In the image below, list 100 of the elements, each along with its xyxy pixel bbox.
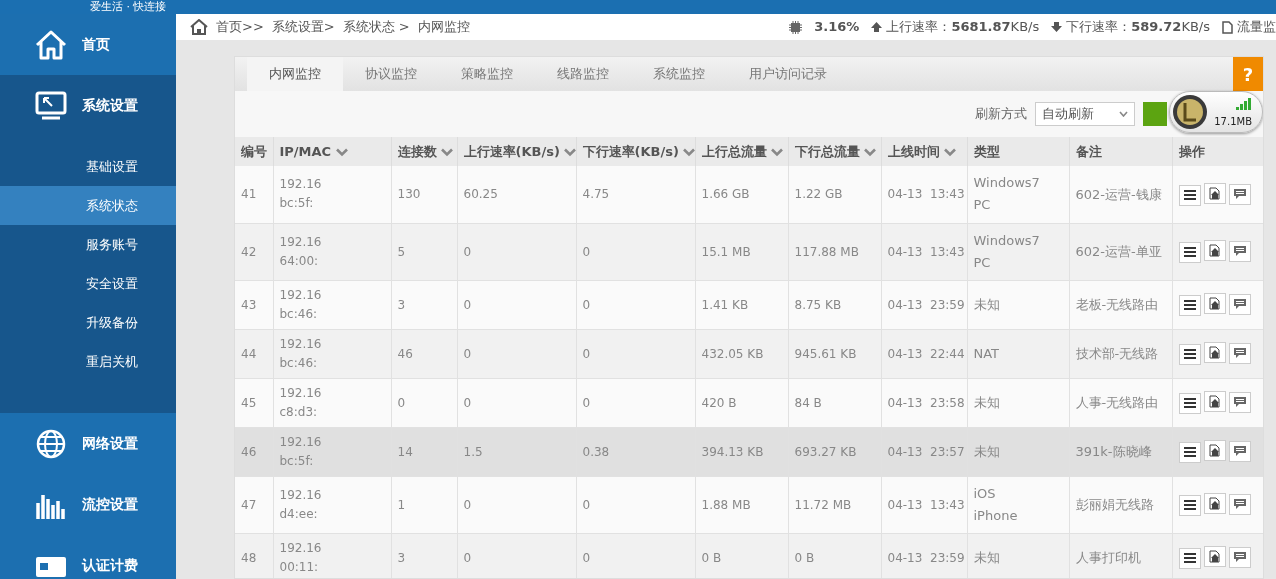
refresh-select[interactable]: 自动刷新 xyxy=(1035,102,1135,126)
home-document-icon xyxy=(1208,297,1221,311)
sidebar-item[interactable]: 网络设置 xyxy=(0,413,176,474)
home-page-button[interactable] xyxy=(1203,240,1226,262)
column-header[interactable]: IP/MAC xyxy=(273,137,391,166)
monitor-icon xyxy=(34,89,68,122)
traffic-monitor-link[interactable]: 流量监 xyxy=(1237,17,1276,37)
table-cell: 432.05 KB xyxy=(695,329,788,378)
home-page-button[interactable] xyxy=(1203,440,1226,462)
details-button[interactable] xyxy=(1178,392,1201,414)
home-page-button[interactable] xyxy=(1203,293,1226,315)
message-button[interactable] xyxy=(1228,183,1251,205)
table-cell: 1.5 xyxy=(457,427,576,476)
details-button[interactable] xyxy=(1178,547,1201,569)
column-header[interactable]: 上线时间 xyxy=(881,137,967,166)
table-cell: 0 xyxy=(576,533,695,578)
table-cell: 0 B xyxy=(695,533,788,578)
message-button[interactable] xyxy=(1228,342,1251,364)
list-icon xyxy=(1183,553,1196,564)
down-arrow-icon xyxy=(1051,22,1063,32)
table-cell: 0 xyxy=(576,280,695,329)
details-button[interactable] xyxy=(1178,343,1201,365)
sort-chevron-icon[interactable] xyxy=(335,147,348,157)
column-header[interactable]: 上行总流量 xyxy=(695,137,788,166)
home-page-button[interactable] xyxy=(1203,546,1226,568)
message-button[interactable] xyxy=(1228,440,1251,462)
ip-mac-cell: 192.16 bc:46: xyxy=(273,280,391,329)
sidebar-item[interactable]: 首页 xyxy=(0,14,176,75)
details-button[interactable] xyxy=(1178,494,1201,516)
sidebar-item[interactable]: 认证计费 xyxy=(0,535,176,579)
sort-chevron-icon[interactable] xyxy=(564,147,577,157)
details-button[interactable] xyxy=(1178,441,1201,463)
table-cell: 693.27 KB xyxy=(788,427,881,476)
table-cell: 1.66 GB xyxy=(695,166,788,223)
column-header[interactable]: 下行速率(KB/s) xyxy=(576,137,695,166)
home-document-icon xyxy=(1208,444,1221,458)
sidebar-item[interactable]: 流控设置 xyxy=(0,474,176,535)
home-document-icon xyxy=(1208,550,1221,564)
breadcrumb-link[interactable]: 首页>> xyxy=(216,17,264,37)
details-button[interactable] xyxy=(1178,184,1201,206)
table-cell: 11.72 MB xyxy=(788,476,881,533)
chip-icon xyxy=(789,20,803,34)
message-button[interactable] xyxy=(1228,493,1251,515)
list-icon xyxy=(1183,398,1196,409)
table-cell: 41 xyxy=(235,166,273,223)
table-cell: 0 xyxy=(457,476,576,533)
column-header[interactable]: 下行总流量 xyxy=(788,137,881,166)
details-button[interactable] xyxy=(1178,294,1201,316)
table-cell: 43 xyxy=(235,280,273,329)
table-cell: 130 xyxy=(391,166,457,223)
home-page-button[interactable] xyxy=(1203,342,1226,364)
home-document-icon xyxy=(1208,497,1221,511)
list-icon xyxy=(1183,300,1196,311)
home-page-button[interactable] xyxy=(1203,493,1226,515)
sidebar-subitem[interactable]: 升级备份 xyxy=(0,303,176,342)
home-page-button[interactable] xyxy=(1203,183,1226,204)
tab[interactable]: 线路监控 xyxy=(535,57,631,91)
sort-chevron-icon[interactable] xyxy=(683,147,696,157)
sidebar-subitem[interactable]: 系统状态 xyxy=(0,186,176,225)
column-header[interactable]: 连接数 xyxy=(391,137,457,166)
table-cell: 14 xyxy=(391,427,457,476)
sort-chevron-icon[interactable] xyxy=(771,147,784,157)
list-icon xyxy=(1183,190,1196,200)
table-cell: 未知 xyxy=(967,427,1069,476)
sidebar-subitem[interactable]: 基础设置 xyxy=(0,147,176,186)
list-icon xyxy=(1183,500,1196,511)
column-header[interactable]: 上行速率(KB/s) xyxy=(457,137,576,166)
sidebar-subitem[interactable]: 重启关机 xyxy=(0,342,176,381)
breadcrumb-link[interactable]: 系统状态 > xyxy=(342,17,410,37)
table-cell: 117.88 MB xyxy=(788,223,881,280)
sort-chevron-icon[interactable] xyxy=(864,147,877,157)
home-page-button[interactable] xyxy=(1203,391,1226,413)
ip-mac-cell: 192.16 d4:ee: xyxy=(273,476,391,533)
globe-icon xyxy=(34,427,68,460)
table-cell: 84 B xyxy=(788,378,881,427)
sort-chevron-icon[interactable] xyxy=(944,147,957,157)
tab[interactable]: 协议监控 xyxy=(343,57,439,91)
sidebar-subitem[interactable]: 服务账号 xyxy=(0,225,176,264)
sidebar-item[interactable]: 系统设置 xyxy=(0,75,176,136)
tab[interactable]: 系统监控 xyxy=(631,57,727,91)
tab[interactable]: 策略监控 xyxy=(439,57,535,91)
message-button[interactable] xyxy=(1228,293,1251,315)
table-cell: 1.22 GB xyxy=(788,166,881,223)
table-cell: 3 xyxy=(391,280,457,329)
message-button[interactable] xyxy=(1228,546,1251,568)
tab[interactable]: 用户访问记录 xyxy=(727,57,849,91)
message-button[interactable] xyxy=(1228,391,1251,413)
floating-speed-widget[interactable]: 17.1MB xyxy=(1169,91,1263,133)
table-cell: NAT xyxy=(967,329,1069,378)
details-button[interactable] xyxy=(1178,241,1201,263)
sidebar-subitem[interactable]: 安全设置 xyxy=(0,264,176,303)
breadcrumb-link[interactable]: 系统设置> xyxy=(271,17,335,37)
tab[interactable]: 内网监控 xyxy=(247,57,343,91)
message-button[interactable] xyxy=(1228,240,1251,262)
sort-chevron-icon[interactable] xyxy=(441,147,454,157)
list-icon xyxy=(1183,447,1196,458)
signal-icon xyxy=(1236,98,1252,110)
table-cell: 人事-无线路由 xyxy=(1069,378,1172,427)
table-cell: 4.75 xyxy=(576,166,695,223)
table-cell: 04-13 22:44 xyxy=(881,329,967,378)
